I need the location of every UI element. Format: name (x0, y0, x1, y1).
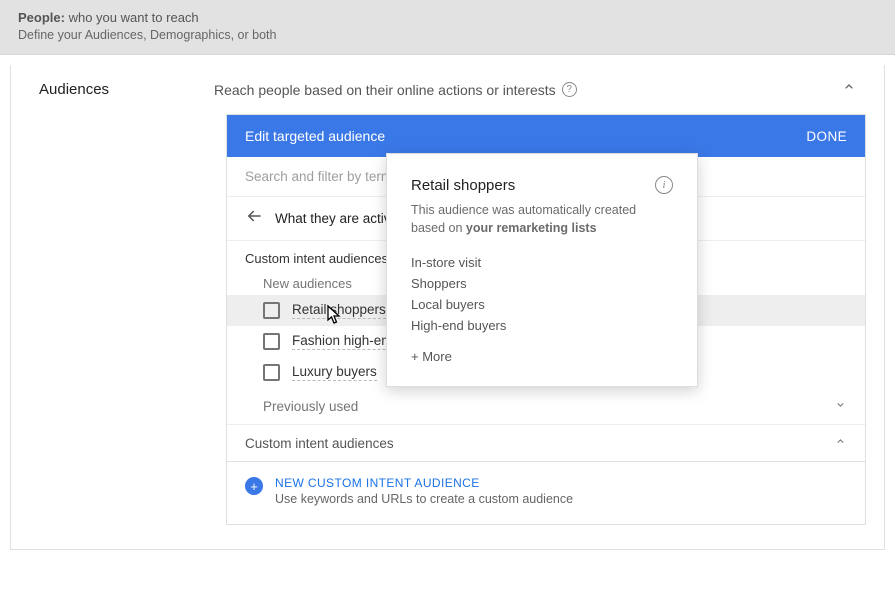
popover-more-link[interactable]: + More (411, 349, 673, 364)
option-label: Luxury buyers (292, 364, 377, 381)
popover-desc-bold: your remarketing lists (466, 221, 597, 235)
popover-title: Retail shoppers (411, 177, 515, 194)
panel-header: Edit targeted audience DONE (227, 115, 865, 157)
new-custom-intent-title: NEW CUSTOM INTENT AUDIENCE (275, 476, 573, 490)
chevron-down-icon (834, 398, 847, 414)
audiences-description-text: Reach people based on their online actio… (214, 82, 556, 98)
panel-title: Edit targeted audience (245, 128, 385, 144)
popover-item: Local buyers (411, 297, 673, 312)
page-title-line: People: who you want to reach (18, 10, 877, 25)
collapse-icon[interactable] (838, 79, 860, 100)
edit-audience-panel: Edit targeted audience DONE Search and f… (226, 114, 866, 525)
checkbox-icon[interactable] (263, 364, 280, 381)
previously-used-row[interactable]: Previously used (227, 388, 865, 424)
plus-circle-icon: + (245, 477, 263, 495)
audiences-label: Audiences (39, 81, 214, 98)
info-icon[interactable]: i (655, 176, 673, 194)
new-custom-intent-subtitle: Use keywords and URLs to create a custom… (275, 492, 573, 506)
audience-info-popover: Retail shoppers i This audience was auto… (386, 153, 698, 387)
checkbox-icon[interactable] (263, 333, 280, 350)
audiences-description: Reach people based on their online actio… (214, 82, 838, 98)
help-icon[interactable]: ? (562, 82, 577, 97)
back-arrow-icon[interactable] (245, 207, 263, 230)
new-custom-intent-row[interactable]: + NEW CUSTOM INTENT AUDIENCE Use keyword… (227, 461, 865, 524)
page-title-rest: who you want to reach (65, 10, 199, 25)
done-button[interactable]: DONE (806, 129, 847, 144)
custom-intent-row[interactable]: Custom intent audiences (227, 425, 865, 461)
previously-used-label: Previously used (263, 399, 358, 414)
popover-item: High-end buyers (411, 318, 673, 333)
checkbox-icon[interactable] (263, 302, 280, 319)
audiences-section-row[interactable]: Audiences Reach people based on their on… (11, 65, 884, 114)
page-header: People: who you want to reach Define you… (0, 0, 895, 55)
popover-item: Shoppers (411, 276, 673, 291)
page-subtitle: Define your Audiences, Demographics, or … (18, 28, 877, 42)
option-label: Retail shoppers (292, 302, 386, 319)
chevron-up-icon (834, 435, 847, 451)
popover-list: In-store visit Shoppers Local buyers Hig… (411, 255, 673, 333)
popover-item: In-store visit (411, 255, 673, 270)
popover-description: This audience was automatically created … (411, 202, 673, 237)
page-title-prefix: People: (18, 10, 65, 25)
audiences-card: Audiences Reach people based on their on… (10, 65, 885, 550)
custom-intent-label: Custom intent audiences (245, 436, 394, 451)
